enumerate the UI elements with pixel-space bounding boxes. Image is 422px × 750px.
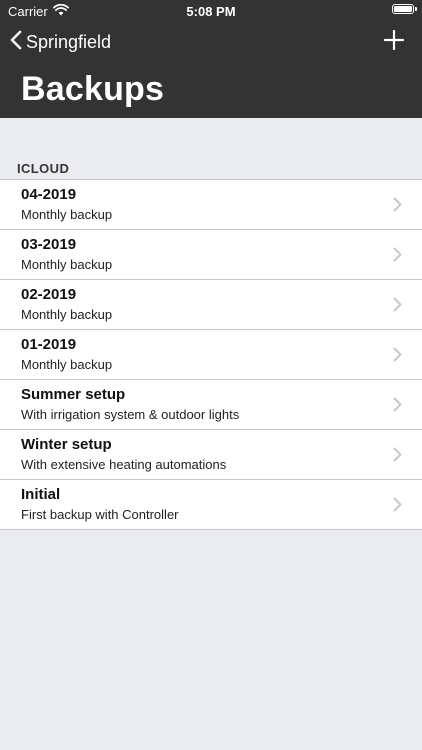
- chevron-right-icon: [393, 397, 402, 417]
- battery-level: [394, 6, 412, 12]
- backup-subtitle: With extensive heating automations: [21, 457, 227, 472]
- page-title: Backups: [21, 70, 165, 108]
- list-item[interactable]: Winter setup With extensive heating autom…: [0, 430, 422, 480]
- status-bar: Carrier 5:08 PM: [0, 0, 422, 22]
- chevron-right-icon: [393, 197, 402, 217]
- list-item[interactable]: 02-2019 Monthly backup: [0, 280, 422, 330]
- chevron-left-icon: [10, 30, 26, 55]
- battery-icon: [392, 4, 417, 14]
- chevron-right-icon: [393, 347, 402, 367]
- list-item[interactable]: Summer setup With irrigation system & out…: [0, 380, 422, 430]
- chevron-right-icon: [393, 447, 402, 467]
- back-button-label: Springfield: [26, 32, 112, 52]
- section-header-icloud: ICLOUD: [17, 161, 70, 176]
- backup-title: 03-2019: [21, 236, 77, 253]
- back-button[interactable]: Springfield: [10, 30, 111, 55]
- status-time: 5:08 PM: [186, 4, 236, 19]
- navigation-bar: Springfield: [0, 26, 422, 60]
- add-backup-button[interactable]: [383, 29, 405, 55]
- chevron-right-icon: [393, 247, 402, 267]
- chevron-right-icon: [393, 297, 402, 317]
- backup-title: 02-2019: [21, 286, 77, 303]
- list-item[interactable]: 04-2019 Monthly backup: [0, 180, 422, 230]
- backup-title: Summer setup: [21, 386, 126, 403]
- backup-title: 04-2019: [21, 186, 77, 203]
- backup-list: 04-2019 Monthly backup 03-2019 Monthly back…: [0, 179, 422, 530]
- chevron-right-icon: [393, 497, 402, 517]
- backup-title: 01-2019: [21, 336, 77, 353]
- backup-subtitle: Monthly backup: [21, 357, 113, 372]
- list-item[interactable]: 01-2019 Monthly backup: [0, 330, 422, 380]
- backup-subtitle: Monthly backup: [21, 307, 113, 322]
- plus-icon: [383, 29, 405, 54]
- backup-subtitle: Monthly backup: [21, 207, 113, 222]
- backup-title: Winter setup: [21, 436, 112, 453]
- list-item[interactable]: 03-2019 Monthly backup: [0, 230, 422, 280]
- list-item[interactable]: Initial First backup with Controller: [0, 480, 422, 529]
- backup-subtitle: First backup with Controller: [21, 507, 179, 522]
- backup-subtitle: With irrigation system & outdoor lights: [21, 407, 240, 422]
- header: Carrier 5:08 PM Springfield Backups: [0, 0, 422, 118]
- backup-title: Initial: [21, 486, 61, 503]
- backup-subtitle: Monthly backup: [21, 257, 113, 272]
